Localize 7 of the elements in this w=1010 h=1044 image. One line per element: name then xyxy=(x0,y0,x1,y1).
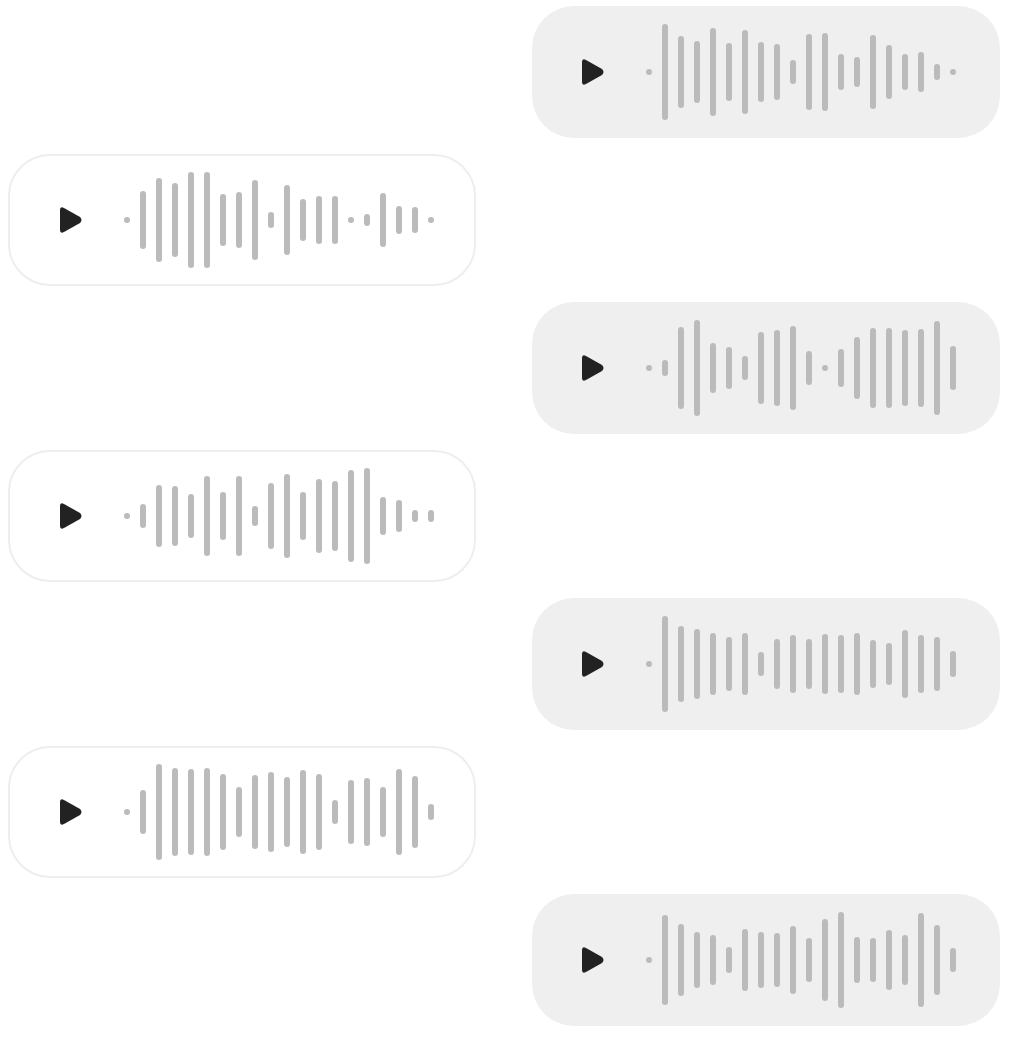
play-icon xyxy=(57,205,83,235)
play-icon xyxy=(57,501,83,531)
play-icon xyxy=(57,797,83,827)
play-icon xyxy=(579,649,605,679)
play-icon xyxy=(579,353,605,383)
play-icon xyxy=(579,57,605,87)
play-icon xyxy=(579,945,605,975)
